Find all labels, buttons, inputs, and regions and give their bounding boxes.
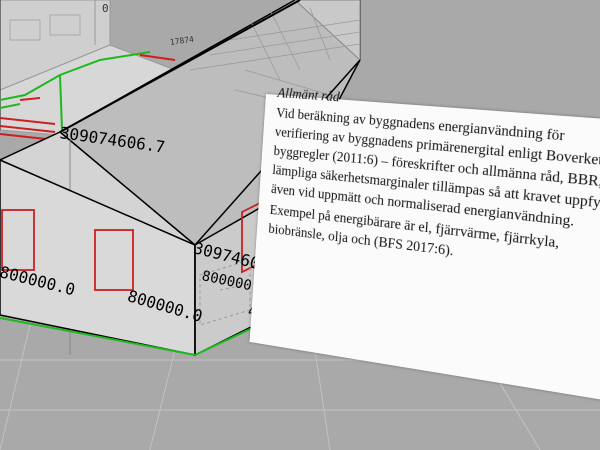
- dimension-top-corner: 0: [102, 2, 109, 15]
- 3d-viewport[interactable]: Z 17874 0 309074606.7 3097460497 800000.…: [0, 0, 600, 450]
